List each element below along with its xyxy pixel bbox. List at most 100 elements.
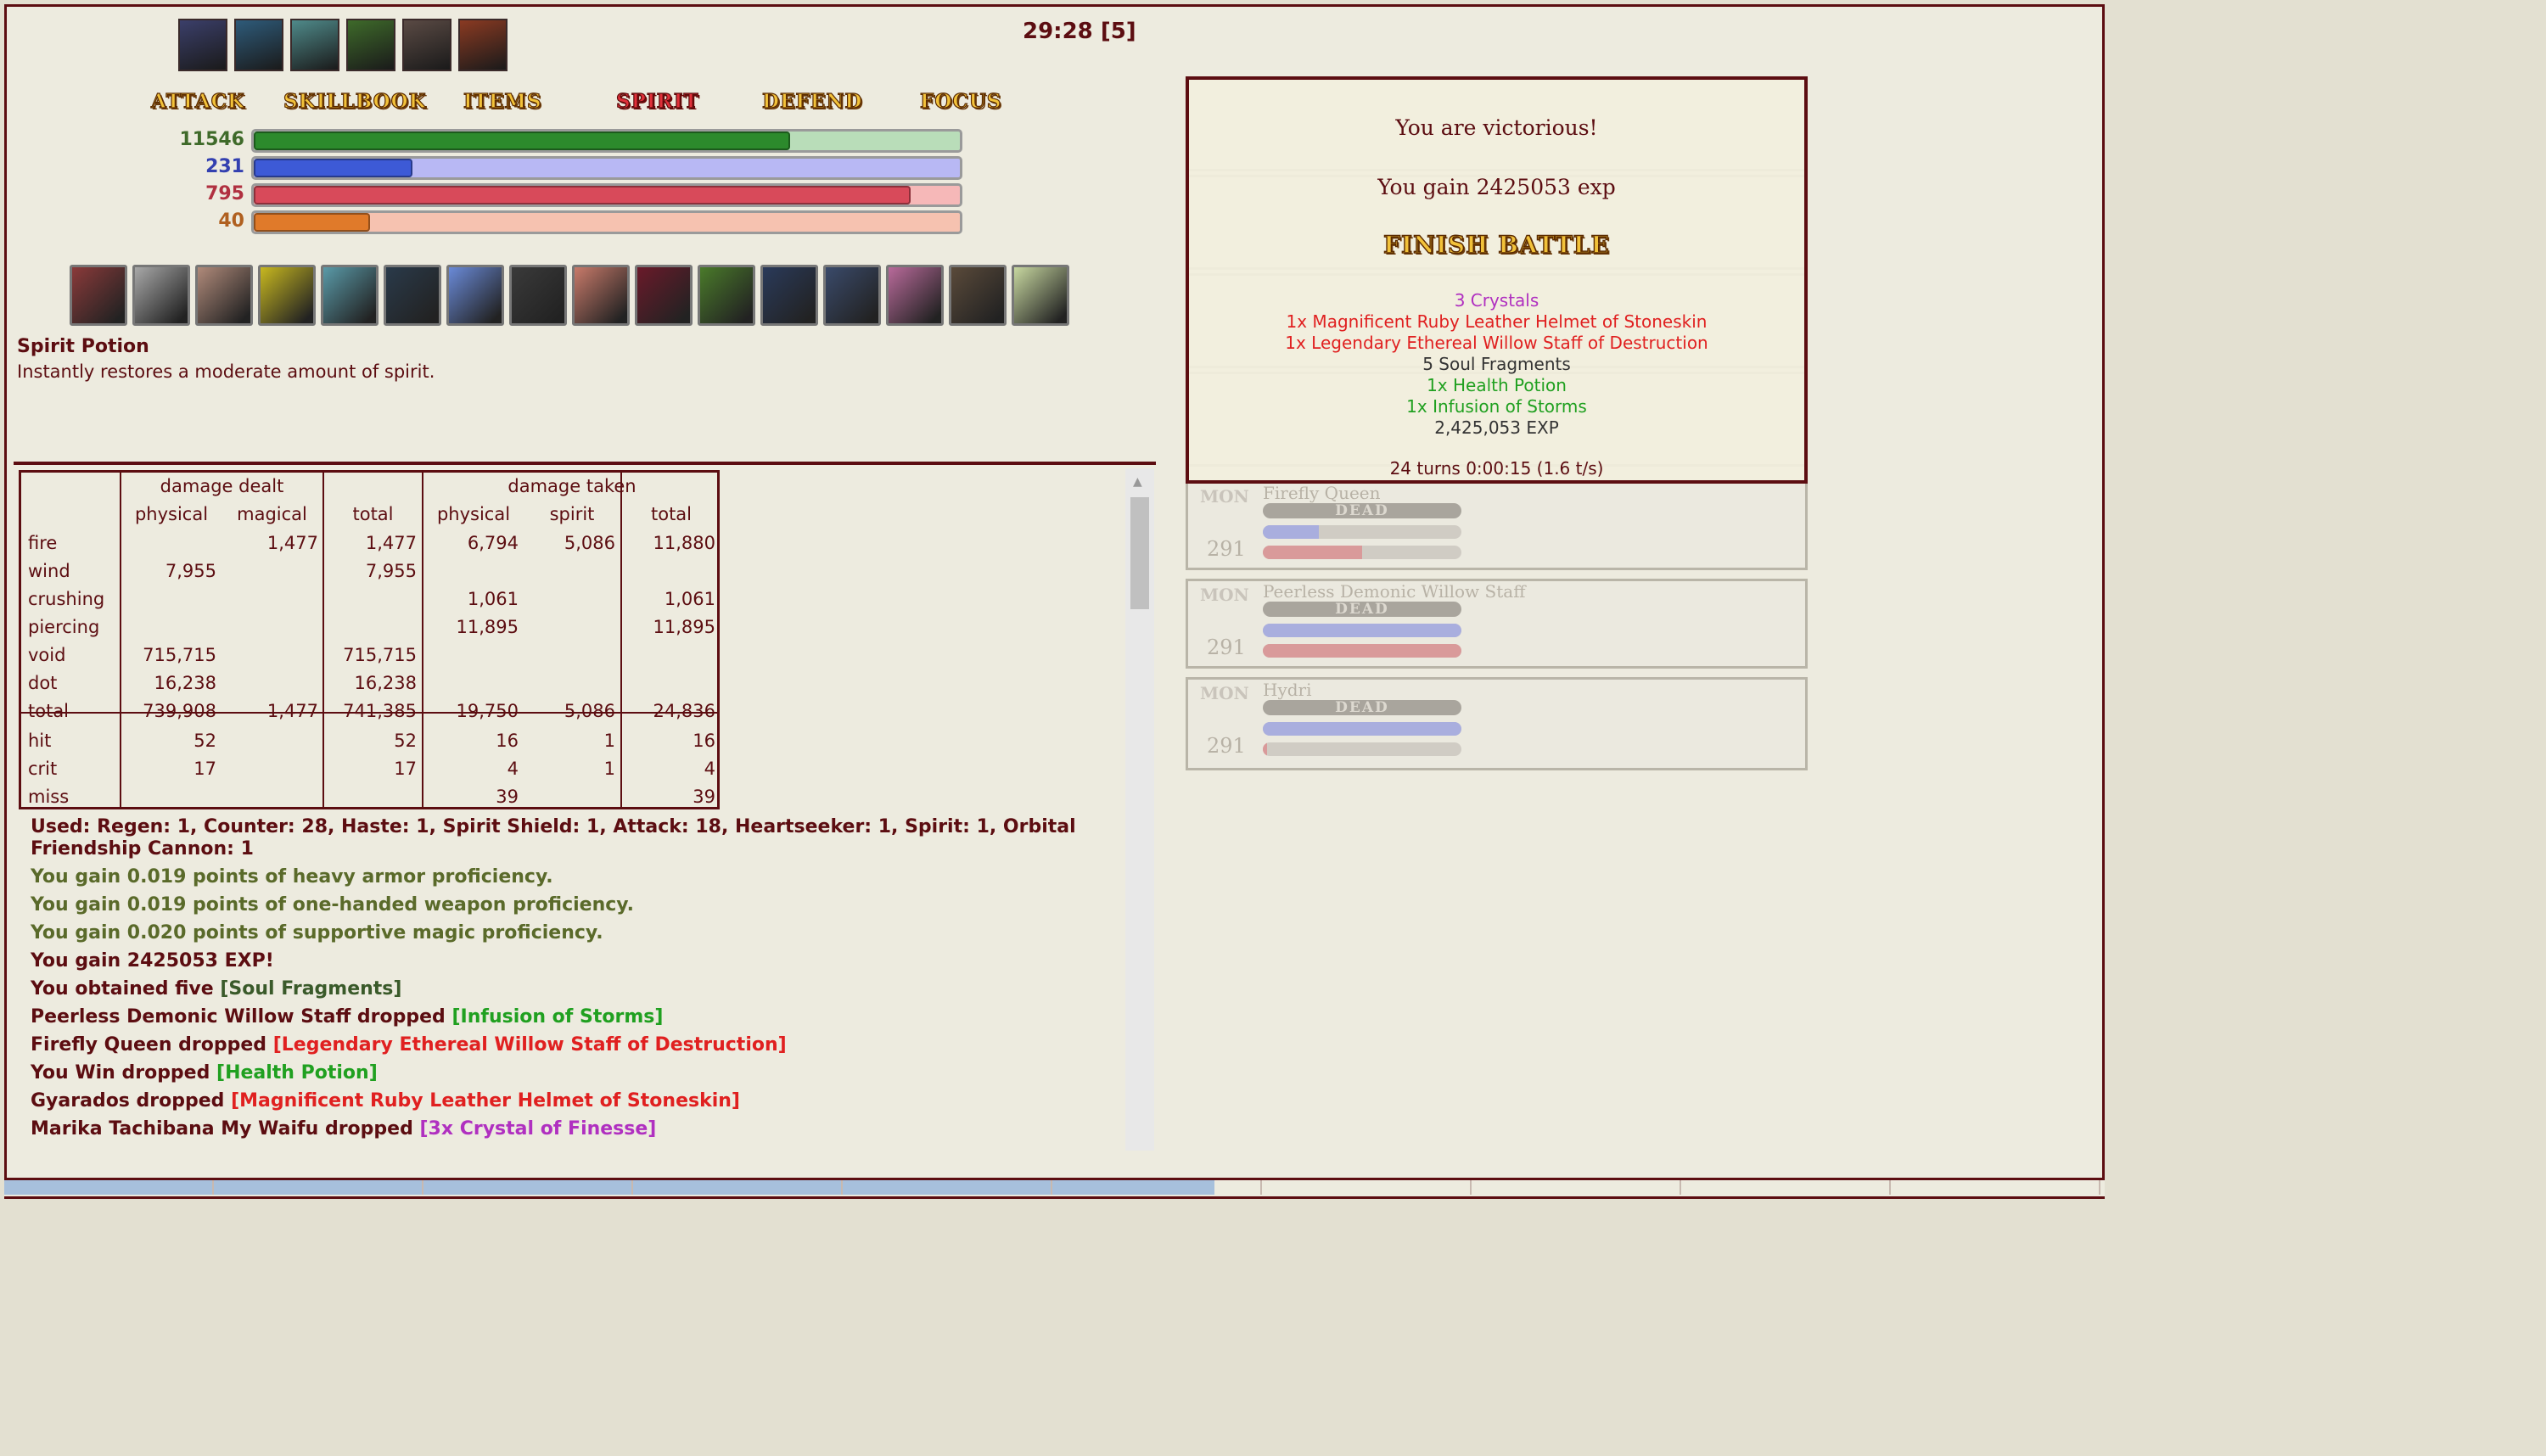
stat-cell: 1,477 xyxy=(365,533,417,553)
party-portrait-5[interactable] xyxy=(402,19,451,71)
log-used-cont: Friendship Cannon: 1 xyxy=(31,838,254,860)
quickbar-slot-9[interactable] xyxy=(572,265,630,326)
stat-cell: 52 xyxy=(193,731,216,751)
log-item-link: [3x Crystal of Finesse] xyxy=(419,1118,657,1140)
stat-cell: 19,750 xyxy=(456,701,519,721)
stat-row-label: wind xyxy=(28,561,70,581)
monster-mp-bar xyxy=(1263,525,1461,539)
monster-name: Peerless Demonic Willow Staff xyxy=(1263,581,1526,602)
loot-item: 3 Crystals xyxy=(1454,290,1539,311)
monster-level: 291 xyxy=(1207,734,1246,758)
stat-cell: 17 xyxy=(193,759,216,779)
items-button[interactable]: ITEMS xyxy=(463,88,541,115)
quickbar-slot-16[interactable] xyxy=(1012,265,1069,326)
quickbar-slot-4[interactable] xyxy=(258,265,316,326)
quickbar-slot-1[interactable] xyxy=(70,265,127,326)
scroll-up-arrow-icon[interactable]: ▲ xyxy=(1133,475,1142,489)
stat-row-label: miss xyxy=(28,787,70,807)
progress-segment xyxy=(214,1180,423,1195)
loot-item: 5 Soul Fragments xyxy=(1422,354,1571,374)
loot-item: 1x Infusion of Storms xyxy=(1406,396,1587,417)
overcharge-bar-fill xyxy=(254,213,371,232)
stat-cell: 16,238 xyxy=(154,673,216,693)
col-dealt-total: total xyxy=(352,504,394,524)
battle-log[interactable]: damage dealt damage taken physical magic… xyxy=(14,462,1156,1151)
log-proficiency-1: You gain 0.019 points of heavy armor pro… xyxy=(31,866,553,888)
bottom-progress-strip xyxy=(4,1178,2105,1196)
col-dealt-physical: physical xyxy=(134,504,209,524)
stat-row-label: piercing xyxy=(28,617,100,637)
log-item-link: [Legendary Ethereal Willow Staff of Dest… xyxy=(272,1034,787,1056)
stat-cell: 5,086 xyxy=(564,533,615,553)
monster-card-3[interactable]: MON Hydri DEAD 291 xyxy=(1186,677,1808,770)
quickbar-slot-7[interactable] xyxy=(446,265,504,326)
quickbar-slot-14[interactable] xyxy=(886,265,944,326)
quickbar-slot-3[interactable] xyxy=(195,265,253,326)
log-text: Marika Tachibana My Waifu dropped xyxy=(31,1118,420,1140)
monster-level: 291 xyxy=(1207,537,1246,561)
monster-label: MON xyxy=(1200,683,1249,703)
stat-cell: 4 xyxy=(507,759,519,779)
stat-cell: 24,836 xyxy=(653,701,715,721)
stat-row-label: void xyxy=(28,645,66,665)
stat-row-label: crushing xyxy=(28,589,105,609)
quickbar-slot-6[interactable] xyxy=(384,265,441,326)
stat-cell: 52 xyxy=(394,731,417,751)
monster-card-2[interactable]: MON Peerless Demonic Willow Staff DEAD 2… xyxy=(1186,579,1808,669)
stat-row-label: fire xyxy=(28,533,58,553)
skillbook-button[interactable]: SKILLBOOK xyxy=(283,88,427,115)
stat-row-label: hit xyxy=(28,731,52,751)
col-dealt-magical: magical xyxy=(237,504,307,524)
monster-status: DEAD xyxy=(1263,602,1461,617)
party-portrait-1[interactable] xyxy=(178,19,227,71)
log-text: Gyarados dropped xyxy=(31,1090,232,1112)
stat-row-label: dot xyxy=(28,673,58,693)
spirit-bar xyxy=(251,183,962,207)
spirit-button[interactable]: SPIRIT xyxy=(615,88,699,115)
log-drop-2: Firefly Queen dropped [Legendary Etherea… xyxy=(31,1034,787,1056)
scrollbar-thumb[interactable] xyxy=(1130,497,1149,609)
stat-cell: 1 xyxy=(603,759,615,779)
party-portrait-2[interactable] xyxy=(234,19,283,71)
log-text: Peerless Demonic Willow Staff dropped xyxy=(31,1006,452,1028)
finish-battle-button[interactable]: FINISH BATTLE xyxy=(1189,230,1804,259)
stat-cell: 4 xyxy=(704,759,715,779)
spirit-value: 795 xyxy=(205,183,244,204)
party-portrait-6[interactable] xyxy=(458,19,508,71)
selected-item-description: Instantly restores a moderate amount of … xyxy=(17,361,435,382)
monster-level: 291 xyxy=(1207,636,1246,659)
stat-cell: 1 xyxy=(603,731,615,751)
quickbar-slot-11[interactable] xyxy=(698,265,755,326)
quickbar-slot-2[interactable] xyxy=(132,265,190,326)
col-taken-spirit: spirit xyxy=(549,504,595,524)
defend-button[interactable]: DEFEND xyxy=(761,88,862,115)
log-item-link: [Soul Fragments] xyxy=(220,978,402,1000)
quickbar-slot-8[interactable] xyxy=(509,265,567,326)
quickbar-slot-12[interactable] xyxy=(760,265,818,326)
monster-card-1[interactable]: MON Firefly Queen DEAD 291 xyxy=(1186,480,1808,570)
monster-name: Hydri xyxy=(1263,680,1312,700)
monster-label: MON xyxy=(1200,486,1249,507)
attack-button[interactable]: ATTACK xyxy=(150,88,245,115)
victory-message: You are victorious! xyxy=(1395,115,1598,140)
quickbar-slot-15[interactable] xyxy=(949,265,1007,326)
log-text: You Win dropped xyxy=(31,1062,217,1084)
progress-segment xyxy=(1891,1180,2100,1195)
victory-dialog: You are victorious! You gain 2425053 exp… xyxy=(1186,76,1808,484)
focus-button[interactable]: FOCUS xyxy=(919,88,1001,115)
quickbar-slot-10[interactable] xyxy=(635,265,693,326)
loot-item: 1x Legendary Ethereal Willow Staff of De… xyxy=(1285,333,1708,353)
quickbar-slot-13[interactable] xyxy=(823,265,881,326)
log-drop-1: Peerless Demonic Willow Staff dropped [I… xyxy=(31,1006,663,1028)
quickbar-slot-5[interactable] xyxy=(321,265,379,326)
progress-segment xyxy=(423,1180,633,1195)
monster-sp-bar xyxy=(1263,742,1461,756)
party-portrait-3[interactable] xyxy=(290,19,339,71)
log-drop-3: You Win dropped [Health Potion] xyxy=(31,1062,378,1084)
log-item-link: [Health Potion] xyxy=(216,1062,378,1084)
progress-segment xyxy=(4,1180,214,1195)
log-scrollbar[interactable]: ▲ xyxy=(1125,468,1154,1151)
monster-sp-bar xyxy=(1263,644,1461,658)
battle-timer: 29:28 [5] xyxy=(1023,19,1136,44)
party-portrait-4[interactable] xyxy=(346,19,395,71)
